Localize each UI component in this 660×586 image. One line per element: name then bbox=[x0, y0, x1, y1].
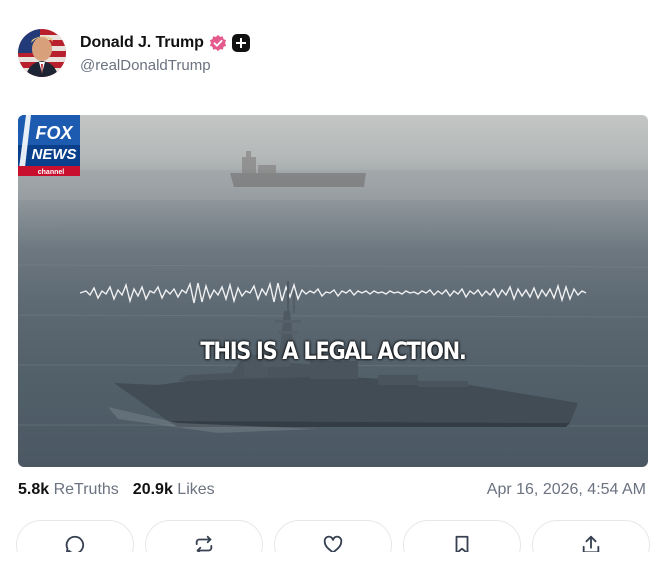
svg-text:NEWS: NEWS bbox=[32, 146, 77, 163]
distant-ship bbox=[230, 151, 366, 187]
name-row: Donald J. Trump bbox=[80, 32, 250, 54]
retruths-stat[interactable]: 5.8k ReTruths bbox=[18, 481, 119, 499]
video-frame bbox=[18, 151, 648, 433]
bottom-fade bbox=[0, 552, 660, 586]
post-timestamp[interactable]: Apr 16, 2026, 4:54 AM bbox=[487, 481, 646, 499]
svg-text:channel: channel bbox=[38, 169, 65, 176]
fox-news-logo: FOX NEWS channel bbox=[18, 115, 80, 176]
post-header: Donald J. Trump @realDonaldTrump bbox=[18, 28, 250, 78]
retruths-label: ReTruths bbox=[53, 481, 119, 498]
retruths-count: 5.8k bbox=[18, 481, 50, 498]
handle[interactable]: @realDonaldTrump bbox=[80, 57, 250, 74]
post-stats: 5.8k ReTruths 20.9k Likes bbox=[18, 481, 215, 499]
author-info: Donald J. Trump @realDonaldTrump bbox=[80, 32, 250, 74]
avatar[interactable] bbox=[18, 29, 66, 77]
post-video[interactable]: THIS IS A LEGAL ACTION. FOX NEWS channel bbox=[18, 115, 648, 467]
video-caption: THIS IS A LEGAL ACTION. bbox=[200, 337, 466, 365]
likes-label: Likes bbox=[177, 481, 215, 498]
plus-badge-icon bbox=[231, 34, 250, 52]
verified-badge-icon bbox=[209, 34, 226, 52]
likes-stat[interactable]: 20.9k Likes bbox=[133, 481, 215, 499]
display-name[interactable]: Donald J. Trump bbox=[80, 34, 204, 52]
svg-text:FOX: FOX bbox=[35, 123, 73, 143]
audio-waveform bbox=[79, 281, 587, 304]
likes-count: 20.9k bbox=[132, 481, 173, 498]
